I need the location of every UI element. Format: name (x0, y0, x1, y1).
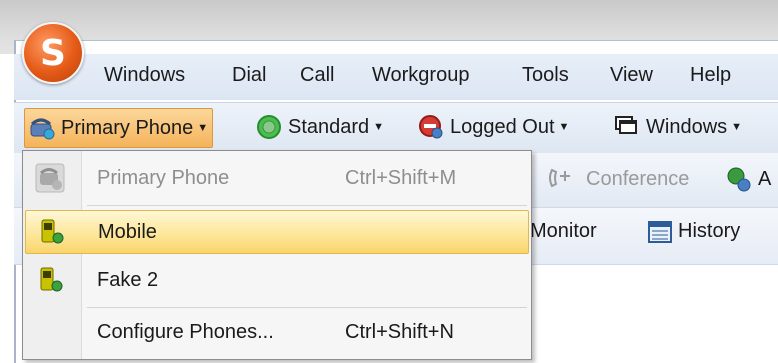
chevron-down-icon: ▼ (373, 121, 385, 133)
monitor-button[interactable]: Monitor (530, 220, 597, 243)
windows-toolbar-button[interactable]: Windows ▼ (614, 108, 742, 146)
conference-button[interactable]: Conference (546, 166, 689, 192)
dropdown-separator (87, 307, 527, 308)
conference-label: Conference (586, 167, 690, 190)
standard-label: Standard (288, 115, 370, 138)
toolbar-cutoff-label: A (758, 167, 772, 190)
phone-icon (30, 118, 55, 140)
conference-icon (549, 168, 570, 188)
standard-status-button[interactable]: Standard ▼ (256, 108, 384, 146)
menu-workgroup[interactable]: Workgroup (372, 64, 469, 87)
user-phone-icon (727, 167, 751, 192)
dropdown-item-shortcut: Ctrl+Shift+M (345, 166, 457, 189)
history-label: History (678, 220, 741, 242)
history-button[interactable]: History (648, 220, 740, 243)
mobile-phone-icon (41, 219, 64, 244)
menu-windows[interactable]: Windows (104, 64, 185, 87)
history-icon (648, 220, 672, 243)
dropdown-item-primary-phone[interactable]: Primary Phone Ctrl+Shift+M (25, 157, 527, 199)
dropdown-item-label: Configure Phones... (97, 320, 274, 343)
logged-out-button[interactable]: Logged Out ▼ (418, 108, 569, 146)
primary-phone-button[interactable]: Primary Phone ▼ (24, 108, 214, 148)
dropdown-item-label: Fake 2 (97, 268, 159, 291)
menu-view[interactable]: View (610, 64, 653, 87)
chevron-down-icon: ▼ (731, 121, 743, 133)
logged-out-label: Logged Out (450, 115, 555, 138)
dropdown-item-label: Mobile (98, 220, 157, 243)
menu-call[interactable]: Call (300, 64, 334, 87)
mobile-phone-icon (40, 267, 63, 292)
menu-dial[interactable]: Dial (232, 64, 266, 87)
menu-help[interactable]: Help (690, 64, 731, 87)
menu-tools[interactable]: Tools (522, 64, 569, 87)
dropdown-separator (87, 205, 527, 206)
windows-label: Windows (646, 115, 728, 138)
primary-phone-label: Primary Phone (61, 116, 194, 139)
chevron-down-icon: ▼ (558, 121, 570, 133)
dropdown-item-mobile[interactable]: Mobile (25, 210, 529, 254)
dropdown-item-label: Primary Phone (97, 166, 230, 189)
phone-icon (35, 163, 65, 193)
status-green-icon (257, 115, 281, 139)
monitor-label: Monitor (530, 220, 597, 242)
logged-out-icon (419, 115, 443, 139)
dropdown-item-configure-phones[interactable]: Configure Phones... Ctrl+Shift+N (25, 311, 527, 353)
app-logo[interactable] (22, 22, 84, 84)
phone-selector-dropdown: Primary Phone Ctrl+Shift+M Mobile Fake 2… (22, 150, 532, 360)
chevron-down-icon: ▼ (197, 122, 209, 134)
dropdown-item-shortcut: Ctrl+Shift+N (345, 320, 454, 343)
dropdown-item-fake-2[interactable]: Fake 2 (25, 259, 527, 301)
windows-stack-icon (615, 116, 637, 134)
toolbar-cutoff-button[interactable]: A (724, 166, 771, 192)
